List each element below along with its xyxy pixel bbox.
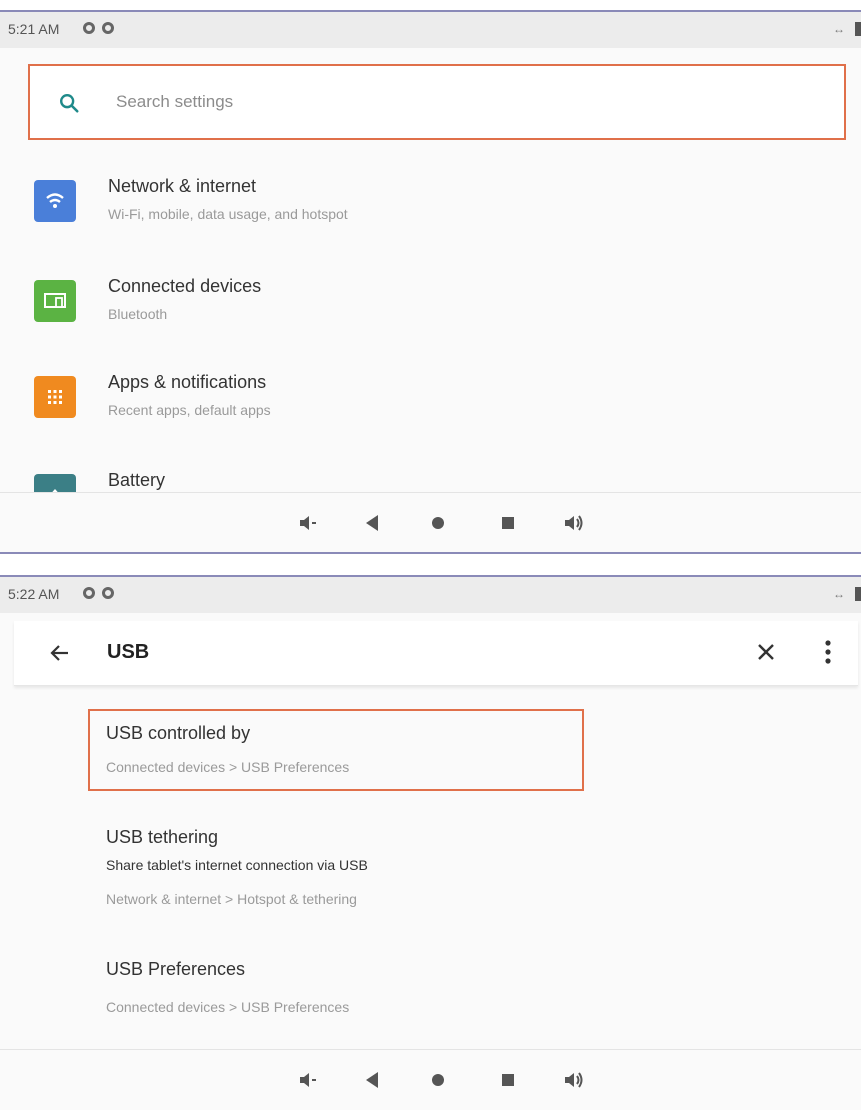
settings-item-network[interactable]: Network & internet Wi-Fi, mobile, data u… — [0, 176, 861, 260]
back-nav-icon[interactable] — [360, 511, 384, 535]
signal-icon: ↔ — [833, 22, 845, 36]
notification-icon — [102, 587, 114, 599]
settings-item-connected-devices[interactable]: Connected devices Bluetooth — [0, 276, 861, 360]
home-nav-icon[interactable] — [426, 1068, 450, 1092]
settings-item-title: Network & internet — [108, 176, 257, 196]
clear-search-icon[interactable] — [754, 640, 778, 664]
volume-down-icon[interactable] — [296, 1068, 320, 1092]
status-time: 5:21 AM — [8, 21, 60, 37]
search-icon — [60, 94, 79, 113]
settings-item-title: Apps & notifications — [108, 372, 267, 392]
notification-icon — [102, 22, 114, 34]
wifi-icon — [34, 180, 76, 222]
settings-item-subtitle: Recent apps, default apps — [108, 402, 271, 418]
volume-up-icon[interactable] — [562, 1068, 586, 1092]
recents-nav-icon[interactable] — [496, 511, 520, 535]
more-options-icon[interactable] — [822, 638, 834, 666]
settings-home-screen: 5:21 AM ↔ Search settings Network & inte… — [0, 10, 861, 554]
highlight-box — [88, 709, 584, 791]
result-title: USB Preferences — [106, 959, 246, 979]
result-title: USB tethering — [106, 827, 219, 847]
search-toolbar: USB — [14, 621, 858, 686]
settings-search-results-screen: 5:22 AM ↔ USB USB controlled by Connecte… — [0, 575, 861, 1110]
search-placeholder: Search settings — [116, 92, 234, 111]
settings-item-title: Battery — [108, 470, 166, 490]
notification-icon — [83, 22, 95, 34]
result-path: Connected devices > USB Preferences — [106, 759, 350, 775]
volume-down-icon[interactable] — [296, 511, 320, 535]
devices-icon — [34, 280, 76, 322]
navigation-bar — [0, 492, 861, 552]
battery-status-icon — [855, 587, 861, 601]
battery-status-icon — [855, 22, 861, 36]
volume-up-icon[interactable] — [562, 511, 586, 535]
notification-icon — [83, 587, 95, 599]
settings-item-apps[interactable]: Apps & notifications Recent apps, defaul… — [0, 372, 861, 456]
search-settings-field[interactable]: Search settings — [28, 64, 846, 140]
signal-icon: ↔ — [833, 587, 845, 601]
settings-item-subtitle: Bluetooth — [108, 306, 168, 322]
status-time: 5:22 AM — [8, 586, 60, 602]
result-description: Share tablet's internet connection via U… — [106, 857, 368, 873]
settings-item-subtitle: Wi-Fi, mobile, data usage, and hotspot — [108, 206, 348, 222]
result-path: Connected devices > USB Preferences — [106, 999, 350, 1015]
result-path: Network & internet > Hotspot & tethering — [106, 891, 357, 907]
navigation-bar — [0, 1049, 861, 1110]
result-title: USB controlled by — [106, 723, 251, 743]
back-nav-icon[interactable] — [360, 1068, 384, 1092]
status-bar: 5:22 AM ↔ — [0, 577, 861, 613]
apps-icon — [34, 376, 76, 418]
search-query-input[interactable]: USB — [107, 641, 149, 664]
settings-item-title: Connected devices — [108, 276, 262, 296]
back-arrow-icon[interactable] — [48, 641, 72, 665]
recents-nav-icon[interactable] — [496, 1068, 520, 1092]
status-bar: 5:21 AM ↔ — [0, 12, 861, 48]
home-nav-icon[interactable] — [426, 511, 450, 535]
